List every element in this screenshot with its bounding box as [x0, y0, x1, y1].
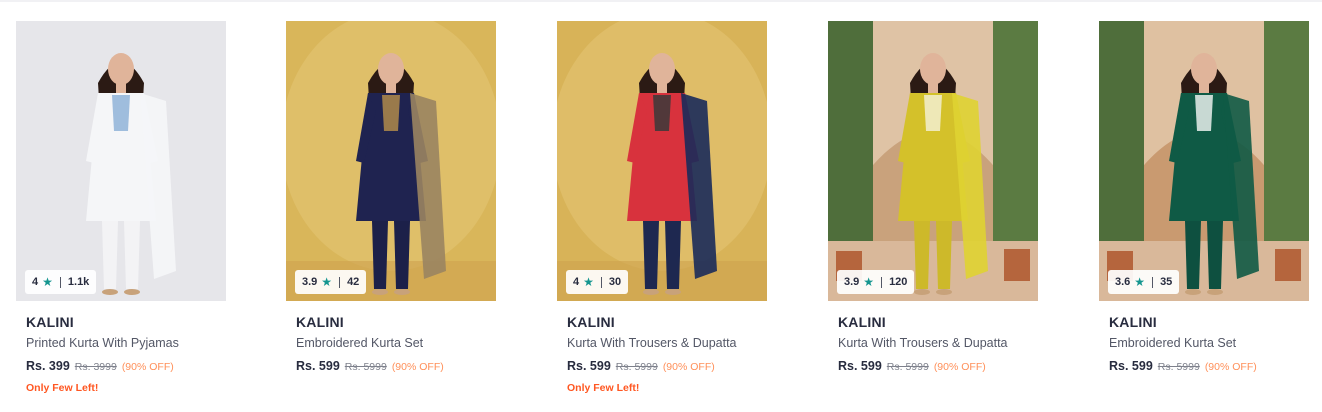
rating-badge: 3.6 ★ 35 [1108, 270, 1180, 294]
selling-price: Rs. 599 [838, 359, 882, 373]
selling-price: Rs. 599 [296, 359, 340, 373]
original-price: Rs. 5999 [615, 361, 658, 373]
star-icon: ★ [863, 275, 875, 289]
stock-warning: Only Few Left! [567, 382, 640, 394]
rating-count: 1.1k [67, 276, 90, 288]
discount-label: (90% OFF) [933, 361, 986, 373]
product-card[interactable]: 3.9 ★ 42 KALINI Embroidered Kurta Set Rs… [286, 21, 496, 401]
original-price: Rs. 3999 [74, 361, 117, 373]
star-icon: ★ [321, 275, 333, 289]
product-card[interactable]: 3.6 ★ 35 KALINI Embroidered Kurta Set Rs… [1099, 21, 1309, 401]
product-title: Kurta With Trousers & Dupatta [838, 336, 1008, 350]
rating-separator [339, 276, 341, 288]
original-price: Rs. 5999 [344, 361, 387, 373]
rating-value: 3.9 [844, 276, 860, 288]
discount-label: (90% OFF) [1204, 361, 1257, 373]
rating-count: 120 [889, 276, 908, 288]
rating-badge: 3.9 ★ 42 [295, 270, 367, 294]
product-brand: KALINI [1109, 314, 1157, 330]
product-title: Embroidered Kurta Set [296, 336, 424, 350]
rating-count: 30 [608, 276, 622, 288]
product-card[interactable]: 4 ★ 1.1k KALINI Printed Kurta With Pyjam… [16, 21, 226, 401]
rating-separator [881, 276, 883, 288]
price-row: Rs. 599 Rs. 5999 (90% OFF) [1109, 359, 1257, 373]
product-image[interactable]: 4 ★ 1.1k [16, 21, 226, 301]
product-grid: 4 ★ 1.1k KALINI Printed Kurta With Pyjam… [16, 21, 1316, 401]
stock-warning: Only Few Left! [26, 382, 99, 394]
product-image[interactable]: 3.6 ★ 35 [1099, 21, 1309, 301]
rating-count: 42 [347, 276, 360, 288]
top-divider [0, 0, 1322, 2]
product-brand: KALINI [26, 314, 74, 330]
rating-separator [1152, 276, 1154, 288]
rating-badge: 4 ★ 1.1k [25, 270, 97, 294]
rating-badge: 3.9 ★ 120 [837, 270, 915, 294]
star-icon: ★ [583, 275, 594, 289]
product-image[interactable]: 4 ★ 30 [557, 21, 767, 301]
selling-price: Rs. 599 [567, 359, 611, 373]
price-row: Rs. 599 Rs. 5999 (90% OFF) [296, 359, 444, 373]
star-icon: ★ [1134, 275, 1146, 289]
product-title: Printed Kurta With Pyjamas [26, 336, 179, 350]
discount-label: (90% OFF) [121, 361, 174, 373]
rating-value: 4 [573, 276, 580, 288]
product-brand: KALINI [296, 314, 344, 330]
discount-label: (90% OFF) [391, 361, 444, 373]
product-image[interactable]: 3.9 ★ 42 [286, 21, 496, 301]
rating-value: 4 [32, 276, 39, 288]
product-card[interactable]: 3.9 ★ 120 KALINI Kurta With Trousers & D… [828, 21, 1038, 401]
original-price: Rs. 5999 [1157, 361, 1200, 373]
star-icon: ★ [42, 275, 53, 289]
rating-separator [600, 276, 602, 288]
rating-badge: 4 ★ 30 [566, 270, 629, 294]
product-card[interactable]: 4 ★ 30 KALINI Kurta With Trousers & Dupa… [557, 21, 767, 401]
product-title: Kurta With Trousers & Dupatta [567, 336, 737, 350]
selling-price: Rs. 599 [1109, 359, 1153, 373]
price-row: Rs. 599 Rs. 5999 (90% OFF) [838, 359, 986, 373]
rating-value: 3.9 [302, 276, 318, 288]
price-row: Rs. 399 Rs. 3999 (90% OFF) [26, 359, 174, 373]
product-title: Embroidered Kurta Set [1109, 336, 1237, 350]
product-brand: KALINI [567, 314, 615, 330]
product-brand: KALINI [838, 314, 886, 330]
rating-value: 3.6 [1115, 276, 1131, 288]
original-price: Rs. 5999 [886, 361, 929, 373]
product-image[interactable]: 3.9 ★ 120 [828, 21, 1038, 301]
rating-count: 35 [1160, 276, 1173, 288]
selling-price: Rs. 399 [26, 359, 70, 373]
price-row: Rs. 599 Rs. 5999 (90% OFF) [567, 359, 715, 373]
discount-label: (90% OFF) [662, 361, 715, 373]
rating-separator [59, 276, 61, 288]
